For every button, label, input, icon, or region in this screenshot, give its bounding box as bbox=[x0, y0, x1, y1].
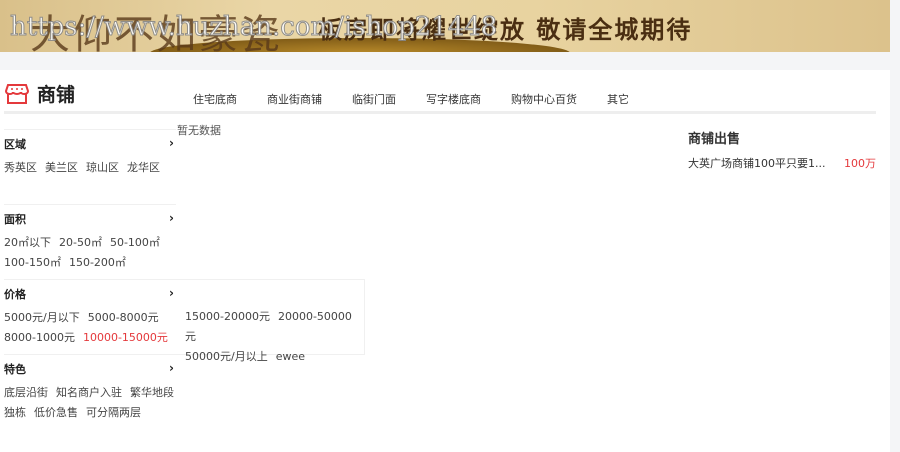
filter-option[interactable]: 秀英区 bbox=[4, 161, 37, 174]
listing-name[interactable]: 大英广场商铺100平只要1... bbox=[688, 155, 825, 171]
shop-icon bbox=[5, 83, 29, 104]
filter-option[interactable]: 150-200㎡ bbox=[69, 256, 126, 269]
tab-mall[interactable]: 购物中心百货 bbox=[511, 91, 577, 107]
filter-option[interactable]: 50000元/月以上 bbox=[185, 350, 268, 363]
page-title: 商铺 bbox=[37, 84, 76, 106]
chevron-right-icon[interactable]: › bbox=[169, 136, 174, 150]
filter-price: 价格 › 5000元/月以下 5000-8000元 8000-1000元 10000-… bbox=[4, 279, 176, 348]
chevron-right-icon[interactable]: › bbox=[169, 361, 174, 375]
sidebar-title: 商铺出售 bbox=[688, 132, 741, 147]
filter-option[interactable]: 底层沿街 bbox=[4, 386, 48, 399]
price-more-options: 15000-20000元 20000-50000元 50000元/月以上 ewee bbox=[176, 279, 365, 363]
filter-area: 面积 › 20㎡以下 20-50㎡ 50-100㎡ 100-150㎡ 150-200㎡ bbox=[4, 204, 176, 273]
filter-option-selected[interactable]: 10000-15000元 bbox=[83, 331, 168, 344]
tab-office-shop[interactable]: 写字楼底商 bbox=[426, 91, 481, 107]
listing-price: 100万 bbox=[844, 157, 876, 170]
filter-region: 区域 › 秀英区 美兰区 琼山区 龙华区 bbox=[4, 129, 176, 178]
filter-title: 面积 bbox=[4, 213, 26, 226]
tab-street-front[interactable]: 临街门面 bbox=[352, 91, 396, 107]
filter-option[interactable]: 5000-8000元 bbox=[88, 311, 159, 324]
tab-residential-shop[interactable]: 住宅底商 bbox=[193, 91, 237, 107]
filter-option[interactable]: 低价急售 bbox=[34, 406, 78, 419]
filter-option[interactable]: 美兰区 bbox=[45, 161, 78, 174]
filter-option[interactable]: 可分隔两层 bbox=[86, 406, 141, 419]
filter-option[interactable]: 知名商户入驻 bbox=[56, 386, 122, 399]
filter-option[interactable]: ewee bbox=[276, 350, 305, 363]
section-header: 商铺 bbox=[5, 80, 75, 107]
watermark: https://www.huzhan.com/ishop21448 bbox=[9, 12, 498, 43]
filter-option[interactable]: 20-50㎡ bbox=[59, 236, 102, 249]
ad-banner[interactable]: 大仰不如豪瓷 板房即将耀世绽放 敬请全城期待 https://www.huzha… bbox=[0, 0, 890, 52]
filter-option[interactable]: 龙华区 bbox=[127, 161, 160, 174]
chevron-right-icon[interactable]: › bbox=[169, 211, 174, 225]
filter-option[interactable]: 50-100㎡ bbox=[110, 236, 160, 249]
filter-option[interactable]: 独栋 bbox=[4, 406, 26, 419]
tab-other[interactable]: 其它 bbox=[607, 91, 629, 107]
filter-option[interactable]: 100-150㎡ bbox=[4, 256, 61, 269]
filter-title: 价格 bbox=[4, 288, 26, 301]
filter-option[interactable]: 20㎡以下 bbox=[4, 236, 51, 249]
list-item[interactable]: 大英广场商铺100平只要1... 100万 bbox=[688, 155, 876, 171]
tab-commercial-street[interactable]: 商业街商铺 bbox=[267, 91, 322, 107]
chevron-right-icon[interactable]: › bbox=[169, 286, 174, 300]
shop-sale-sidebar: 商铺出售 大英广场商铺100平只要1... 100万 bbox=[688, 128, 876, 171]
filter-option[interactable]: 琼山区 bbox=[86, 161, 119, 174]
filter-title: 特色 bbox=[4, 363, 26, 376]
main-panel: 商铺 住宅底商 商业街商铺 临街门面 写字楼底商 购物中心百货 其它 暂无数据 … bbox=[0, 70, 890, 452]
filter-option[interactable]: 繁华地段 bbox=[130, 386, 174, 399]
empty-message: 暂无数据 bbox=[177, 124, 221, 137]
filter-option[interactable]: 8000-1000元 bbox=[4, 331, 75, 344]
divider bbox=[4, 111, 876, 114]
filter-title: 区域 bbox=[4, 138, 26, 151]
filter-option[interactable]: 15000-20000元 bbox=[185, 310, 270, 323]
filter-feature: 特色 › 底层沿街 知名商户入驻 繁华地段 独栋 低价急售 可分隔两层 bbox=[4, 354, 176, 423]
category-tabs: 住宅底商 商业街商铺 临街门面 写字楼底商 购物中心百货 其它 bbox=[193, 91, 659, 107]
filter-option[interactable]: 5000元/月以下 bbox=[4, 311, 80, 324]
